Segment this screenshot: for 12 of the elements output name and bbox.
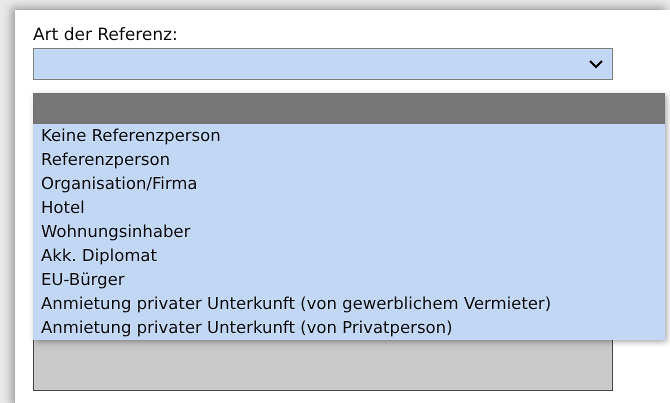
chevron-down-icon <box>588 58 604 70</box>
field-label: Art der Referenz: <box>33 24 179 46</box>
dropdown-option[interactable]: EU-Bürger <box>33 268 665 292</box>
dropdown-option[interactable]: Anmietung privater Unterkunft (von gewerblichem Vermieter) <box>33 292 665 316</box>
dropdown-option[interactable]: Wohnungsinhaber <box>33 220 665 244</box>
dropdown-option[interactable]: Keine Referenzperson <box>33 124 665 148</box>
dropdown-option[interactable]: Referenzperson <box>33 148 665 172</box>
dropdown-option[interactable]: Anmietung privater Unterkunft (von Privatperson) <box>33 316 665 340</box>
dropdown-option[interactable]: Hotel <box>33 196 665 220</box>
dropdown-option[interactable]: Akk. Diplomat <box>33 244 665 268</box>
dropdown-select[interactable] <box>33 48 613 80</box>
dropdown-option[interactable]: Organisation/Firma <box>33 172 665 196</box>
